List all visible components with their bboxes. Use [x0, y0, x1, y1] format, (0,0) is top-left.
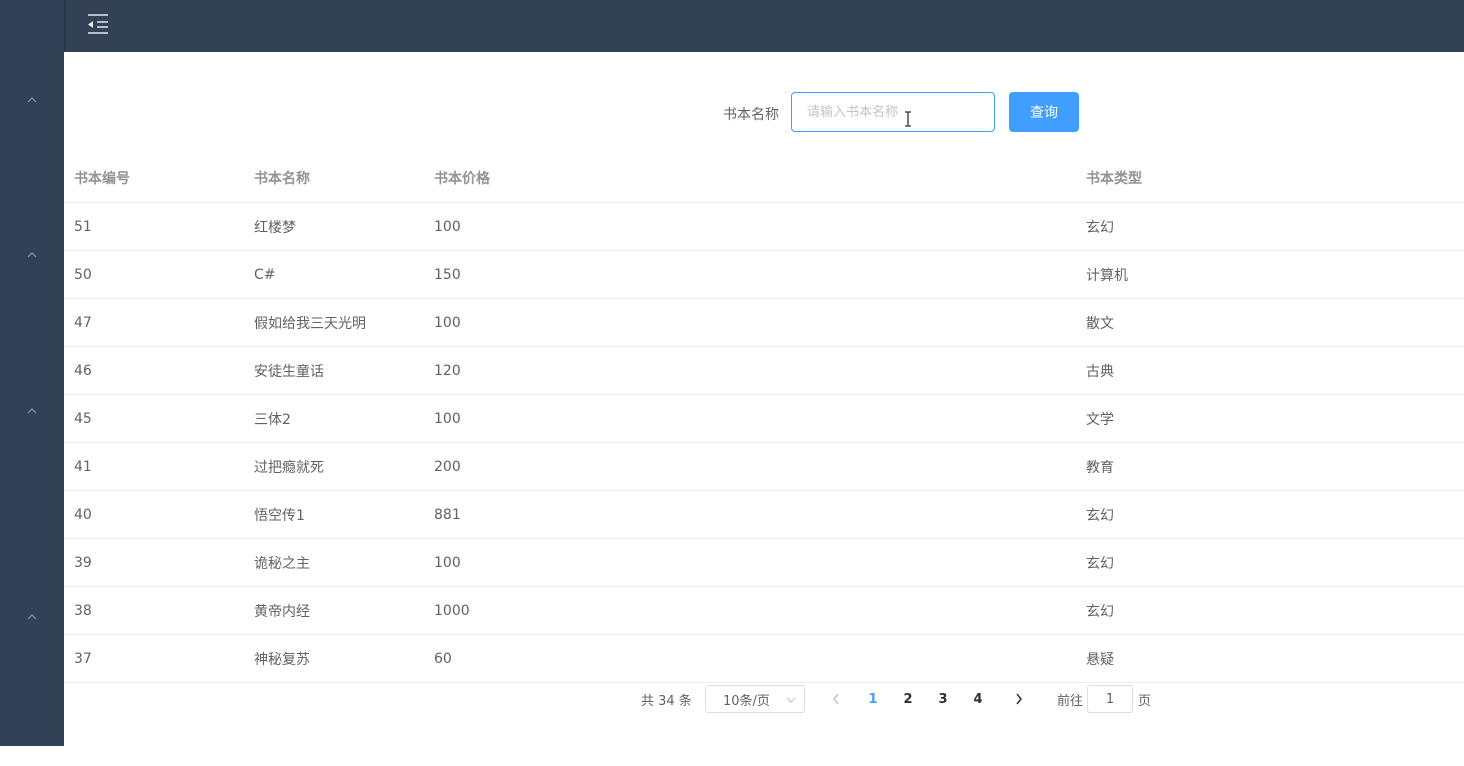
- table-row[interactable]: 46 安徒生童话 120 古典: [64, 347, 1464, 395]
- search-label: 书本名称: [723, 107, 779, 123]
- cell-book-type: 散文: [1086, 315, 1114, 332]
- book-name-search-input[interactable]: [791, 92, 995, 132]
- cell-book-name: 过把瘾就死: [254, 459, 324, 476]
- cell-book-price: 100: [434, 314, 461, 331]
- cell-book-price: 881: [434, 506, 461, 523]
- cell-book-name: 悟空传1: [254, 507, 305, 524]
- chevron-left-icon: [833, 693, 839, 705]
- table-row[interactable]: 47 假如给我三天光明 100 散文: [64, 299, 1464, 347]
- chevron-up-icon[interactable]: [0, 607, 64, 627]
- search-button[interactable]: 查询: [1009, 92, 1079, 132]
- cell-book-price: 100: [434, 554, 461, 571]
- cell-book-type: 古典: [1086, 363, 1114, 380]
- chevron-down-icon: [786, 697, 796, 703]
- table-body: 51 红楼梦 100 玄幻 50 C# 150 计算机 47 假如给我三天光明 100 散文 46 安徒生…: [64, 203, 1464, 683]
- page-number-3[interactable]: 3: [928, 685, 958, 713]
- chevron-right-icon: [1016, 693, 1022, 705]
- cell-book-name: 诡秘之主: [254, 555, 310, 572]
- cell-book-type: 悬疑: [1086, 651, 1114, 668]
- chevron-up-icon[interactable]: [0, 245, 64, 265]
- cell-book-name: 假如给我三天光明: [254, 315, 366, 332]
- cell-book-id: 46: [74, 362, 92, 379]
- column-header-type[interactable]: 书本类型: [1086, 154, 1142, 202]
- cell-book-name: 黄帝内经: [254, 603, 310, 620]
- page-size-value: 10条/页: [723, 693, 770, 709]
- chevron-up-icon[interactable]: [0, 90, 64, 110]
- table-header: 书本编号 书本名称 书本价格 书本类型: [64, 154, 1464, 203]
- cell-book-id: 38: [74, 602, 92, 619]
- column-header-name[interactable]: 书本名称: [254, 154, 310, 202]
- page-number-1[interactable]: 1: [858, 685, 888, 713]
- goto-page-input[interactable]: [1087, 685, 1133, 713]
- top-navbar: [64, 0, 1464, 52]
- table-row[interactable]: 39 诡秘之主 100 玄幻: [64, 539, 1464, 587]
- cell-book-id: 39: [74, 554, 92, 571]
- cell-book-name: 神秘复苏: [254, 651, 310, 668]
- pagination-total: 共 34 条: [641, 694, 692, 709]
- table-row[interactable]: 40 悟空传1 881 玄幻: [64, 491, 1464, 539]
- cell-book-type: 玄幻: [1086, 555, 1114, 572]
- cell-book-price: 200: [434, 458, 461, 475]
- column-header-price[interactable]: 书本价格: [434, 154, 490, 202]
- cell-book-type: 玄幻: [1086, 507, 1114, 524]
- cell-book-name: 安徒生童话: [254, 363, 324, 380]
- cell-book-name: C#: [254, 266, 276, 283]
- table-row[interactable]: 37 神秘复苏 60 悬疑: [64, 635, 1464, 683]
- next-page-button[interactable]: [1005, 685, 1033, 713]
- cell-book-id: 40: [74, 506, 92, 523]
- main-content: 书本名称 查询 书本编号 书本名称 书本价格 书本类型 51 红楼梦 100 玄幻 50…: [64, 52, 1464, 766]
- cell-book-name: 红楼梦: [254, 219, 296, 236]
- cell-book-price: 120: [434, 362, 461, 379]
- cell-book-price: 100: [434, 410, 461, 427]
- cell-book-id: 50: [74, 266, 92, 283]
- cell-book-type: 文学: [1086, 411, 1114, 428]
- cell-book-price: 100: [434, 218, 461, 235]
- cell-book-id: 51: [74, 218, 92, 235]
- table-row[interactable]: 51 红楼梦 100 玄幻: [64, 203, 1464, 251]
- table-row[interactable]: 41 过把瘾就死 200 教育: [64, 443, 1464, 491]
- cell-book-id: 47: [74, 314, 92, 331]
- cell-book-price: 1000: [434, 602, 470, 619]
- page-number-4[interactable]: 4: [963, 685, 993, 713]
- pagination: 共 34 条 10条/页 1 2 3 4 前往 页: [641, 685, 1201, 713]
- table-row[interactable]: 50 C# 150 计算机: [64, 251, 1464, 299]
- cell-book-type: 玄幻: [1086, 219, 1114, 236]
- cell-book-id: 41: [74, 458, 92, 475]
- hamburger-fold-icon[interactable]: [86, 12, 110, 36]
- book-table: 书本编号 书本名称 书本价格 书本类型 51 红楼梦 100 玄幻 50 C# 150 计算机…: [64, 154, 1464, 683]
- chevron-up-icon[interactable]: [0, 401, 64, 421]
- cell-book-type: 教育: [1086, 459, 1114, 476]
- goto-prefix: 前往: [1057, 694, 1084, 709]
- page-size-select[interactable]: 10条/页: [705, 685, 805, 713]
- goto-suffix: 页: [1138, 694, 1152, 709]
- cell-book-id: 37: [74, 650, 92, 667]
- cell-book-id: 45: [74, 410, 92, 427]
- cell-book-type: 玄幻: [1086, 603, 1114, 620]
- sidebar: [0, 0, 64, 746]
- prev-page-button[interactable]: [822, 685, 850, 713]
- page-number-2[interactable]: 2: [893, 685, 923, 713]
- table-row[interactable]: 45 三体2 100 文学: [64, 395, 1464, 443]
- cell-book-name: 三体2: [254, 411, 291, 428]
- table-row[interactable]: 38 黄帝内经 1000 玄幻: [64, 587, 1464, 635]
- cell-book-price: 60: [434, 650, 452, 667]
- cell-book-type: 计算机: [1086, 267, 1128, 284]
- column-header-id[interactable]: 书本编号: [74, 154, 130, 202]
- cell-book-price: 150: [434, 266, 461, 283]
